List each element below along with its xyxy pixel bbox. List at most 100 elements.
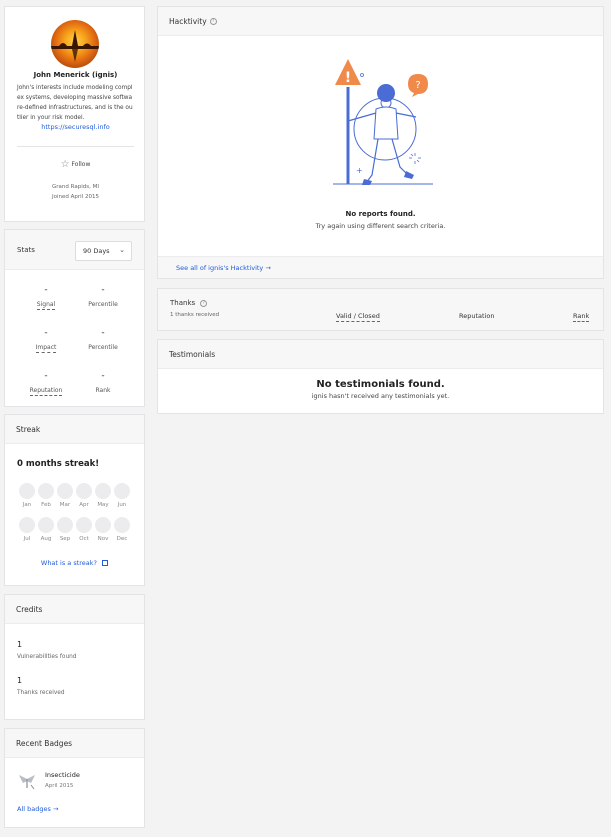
streak-dot: [57, 483, 73, 499]
testimonials-empty-subtitle: ignis hasn't received any testimonials y…: [311, 392, 450, 400]
stats-title: Stats: [17, 246, 35, 254]
streak-month: Feb: [38, 483, 54, 508]
profile-card: John Menerick (ignis) John's interests i…: [4, 6, 145, 222]
streak-dot: [114, 483, 130, 499]
arrow-right-icon: →: [52, 805, 59, 813]
streak-month: Dec: [114, 517, 130, 542]
stat-signal-percentile: - Percentile: [73, 285, 133, 308]
follow-button[interactable]: ☆ Follow: [5, 159, 146, 170]
arrow-right-icon: →: [265, 264, 271, 272]
streak-dot: [38, 483, 54, 499]
hacktivity-footer: See all of ignis's Hacktivity →: [158, 256, 603, 278]
streak-month: Jun: [114, 483, 130, 508]
thanks-col-valid[interactable]: Valid / Closed: [336, 312, 380, 322]
testimonials-header: Testimonials: [158, 340, 603, 369]
stat-impact: - Impact: [16, 328, 76, 353]
streak-month: Aug: [38, 517, 54, 542]
see-all-hacktivity-link[interactable]: See all of ignis's Hacktivity →: [176, 264, 271, 272]
stat-reputation: - Reputation: [16, 371, 76, 396]
stat-reputation-value: -: [44, 371, 48, 381]
hacktivity-empty-subtitle: Try again using different search criteri…: [315, 222, 446, 230]
credits-header: Credits: [5, 595, 144, 624]
external-link-icon: [102, 560, 109, 566]
testimonials-card: Testimonials No testimonials found. igni…: [157, 339, 604, 414]
help-icon[interactable]: ?: [200, 299, 208, 307]
svg-text:+: +: [356, 166, 363, 175]
help-icon[interactable]: ?: [209, 17, 217, 25]
stats-card: Stats 90 Days ⌄ - Signal - Percentile - …: [4, 229, 145, 407]
thanks-col-rank[interactable]: Rank: [573, 312, 590, 322]
thanks-title-text: Thanks: [170, 299, 196, 307]
badge-name: Insecticide: [45, 771, 80, 779]
svg-text:!: !: [345, 70, 351, 86]
stat-reputation-label[interactable]: Reputation: [29, 387, 63, 396]
chevron-down-icon: ⌄: [119, 246, 125, 254]
testimonials-empty-title: No testimonials found.: [316, 379, 445, 390]
badges-card: Recent Badges Insecticide April 2015 All…: [4, 728, 145, 828]
credits-title: Credits: [16, 604, 43, 614]
thanks-card: Thanks ? 1 thanks received Valid / Close…: [157, 288, 604, 331]
stat-impact-percentile: - Percentile: [73, 328, 133, 351]
star-icon: ☆: [60, 159, 70, 170]
testimonials-title: Testimonials: [169, 349, 216, 359]
credit-thanks-value: 1: [17, 676, 23, 685]
stat-signal-percentile-value: -: [101, 285, 105, 295]
stat-impact-value: -: [44, 328, 48, 338]
thanks-col-reputation: Reputation: [459, 312, 495, 320]
streak-dot: [95, 517, 111, 533]
period-select[interactable]: 90 Days ⌄: [75, 241, 132, 261]
insecticide-badge-icon: [19, 775, 35, 790]
streak-month: Jul: [19, 517, 35, 542]
stats-header: Stats 90 Days ⌄: [5, 230, 144, 270]
credit-vulns-value: 1: [17, 640, 23, 649]
profile-website-link[interactable]: https://securesql.info: [5, 123, 146, 131]
badges-header: Recent Badges: [5, 729, 144, 758]
stat-signal: - Signal: [16, 285, 76, 310]
credits-card: Credits 1 Vulnerabilities found 1 Thanks…: [4, 594, 145, 720]
stat-impact-label[interactable]: Impact: [35, 344, 57, 353]
profile-name: John Menerick (ignis): [33, 71, 118, 79]
stat-signal-value: -: [44, 285, 48, 295]
follow-label: Follow: [71, 161, 91, 168]
all-badges-link[interactable]: All badges →: [17, 805, 58, 813]
streak-headline: 0 months streak!: [17, 459, 100, 469]
credit-vulns-label: Vulnerabilities found: [17, 654, 77, 660]
empty-state-illustration: ! ? +: [333, 59, 433, 185]
profile-location: Grand Rapids, MI: [52, 184, 99, 190]
streak-month: May: [95, 483, 111, 508]
thanks-count: 1 thanks received: [170, 312, 220, 318]
stat-signal-label[interactable]: Signal: [36, 301, 56, 310]
what-is-streak-link[interactable]: What is a streak?: [5, 559, 144, 567]
badges-title: Recent Badges: [16, 738, 73, 748]
all-badges-label: All badges: [17, 805, 51, 813]
hacktivity-card: Hacktivity ? ! ? + No reports found. Try…: [157, 6, 604, 279]
badge-item[interactable]: Insecticide April 2015: [17, 769, 137, 793]
streak-card: Streak 0 months streak! Jan Feb Mar Apr …: [4, 414, 145, 586]
streak-dot: [57, 517, 73, 533]
profile-bio: John's interests include modeling comple…: [17, 85, 133, 121]
stat-signal-percentile-label: Percentile: [88, 301, 118, 308]
divider: [17, 146, 134, 147]
streak-dot: [76, 483, 92, 499]
avatar: [51, 20, 99, 68]
streak-month: Sep: [57, 517, 73, 542]
streak-month: Jan: [19, 483, 35, 508]
profile-joined: Joined April 2015: [52, 194, 99, 200]
period-select-value: 90 Days: [83, 247, 110, 255]
streak-dot: [114, 517, 130, 533]
stat-impact-percentile-value: -: [101, 328, 105, 338]
see-all-hacktivity-label: See all of ignis's Hacktivity: [176, 264, 264, 272]
streak-header: Streak: [5, 415, 144, 444]
hacktivity-title: Hacktivity: [169, 16, 207, 26]
stat-rank-label: Rank: [95, 387, 111, 394]
streak-dot: [19, 483, 35, 499]
streak-title: Streak: [16, 424, 41, 434]
streak-month: Mar: [57, 483, 73, 508]
streak-dot: [38, 517, 54, 533]
streak-month: Oct: [76, 517, 92, 542]
what-is-streak-label: What is a streak?: [40, 559, 98, 567]
streak-month: Apr: [76, 483, 92, 508]
streak-dot: [95, 483, 111, 499]
svg-text:?: ?: [415, 80, 420, 91]
stat-rank: - Rank: [73, 371, 133, 394]
